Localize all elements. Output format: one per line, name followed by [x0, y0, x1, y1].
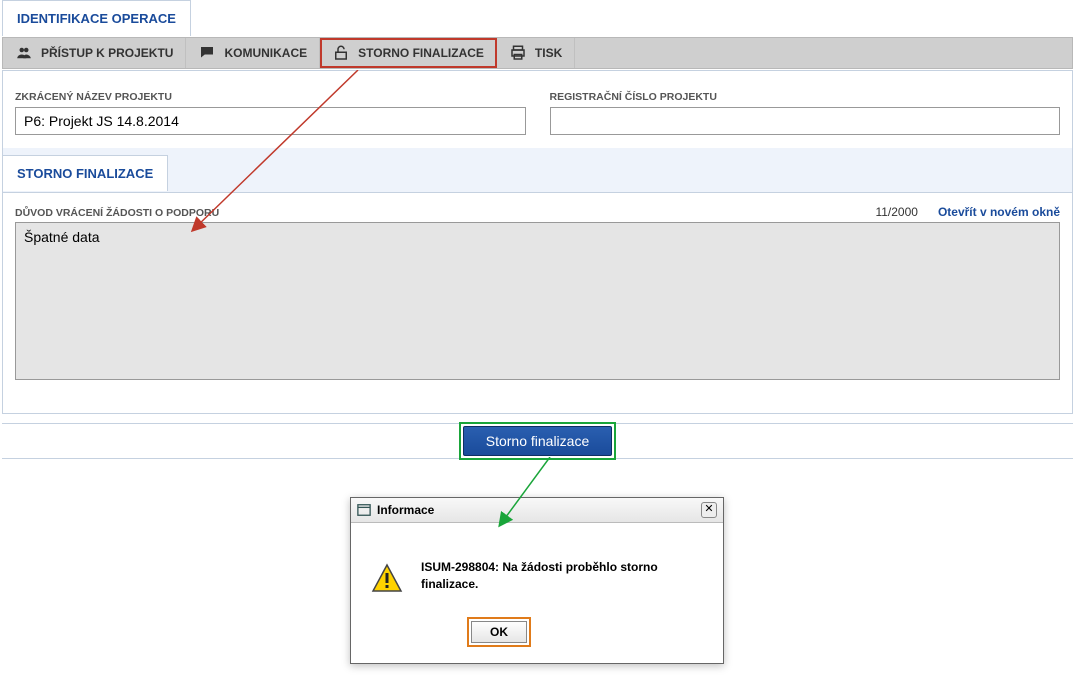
tab-label: IDENTIFIKACE OPERACE	[17, 11, 176, 26]
button-label: OK	[490, 625, 508, 639]
highlight-box: Storno finalizace	[459, 422, 617, 460]
toolbar-item-tisk[interactable]: TISK	[497, 38, 575, 68]
toolbar-label: STORNO FINALIZACE	[358, 46, 484, 60]
storno-panel: DŮVOD VRÁCENÍ ŽÁDOSTI O PODPORU 11/2000 …	[2, 192, 1073, 414]
people-icon	[15, 44, 33, 62]
submit-row: Storno finalizace	[2, 423, 1073, 459]
tab-identifikace-operace[interactable]: IDENTIFIKACE OPERACE	[2, 0, 191, 36]
dialog-close-button[interactable]: ✕	[701, 502, 717, 518]
toolbar-item-komunikace[interactable]: KOMUNIKACE	[186, 38, 320, 68]
toolbar: PŘÍSTUP K PROJEKTU KOMUNIKACE STORNO FIN…	[2, 37, 1073, 69]
char-counter: 11/2000	[875, 205, 918, 219]
reason-label: DŮVOD VRÁCENÍ ŽÁDOSTI O PODPORU	[15, 207, 875, 219]
toolbar-label: KOMUNIKACE	[224, 46, 307, 60]
chat-icon	[198, 44, 216, 62]
dialog-message: ISUM-298804: Na žádosti proběhlo storno …	[421, 559, 703, 593]
dialog-titlebar: Informace ✕	[351, 498, 723, 523]
content-panel: ZKRÁCENÝ NÁZEV PROJEKTU REGISTRAČNÍ ČÍSL…	[2, 70, 1073, 154]
button-label: Storno finalizace	[486, 433, 590, 449]
reg-num-input[interactable]	[550, 107, 1061, 135]
open-new-window-link[interactable]: Otevřít v novém okně	[938, 205, 1060, 219]
short-name-label: ZKRÁCENÝ NÁZEV PROJEKTU	[15, 91, 526, 103]
reason-textarea[interactable]	[15, 222, 1060, 380]
print-icon	[509, 44, 527, 62]
toolbar-item-storno-finalizace[interactable]: STORNO FINALIZACE	[320, 38, 497, 68]
short-name-input[interactable]	[15, 107, 526, 135]
window-icon	[357, 503, 371, 517]
dialog-title: Informace	[377, 503, 695, 517]
warning-icon	[371, 563, 403, 595]
tab-label: STORNO FINALIZACE	[17, 166, 153, 181]
unlock-icon	[332, 44, 350, 62]
highlight-box: OK	[471, 621, 527, 643]
toolbar-item-pristup[interactable]: PŘÍSTUP K PROJEKTU	[3, 38, 186, 68]
info-dialog: Informace ✕ ISUM-298804: Na žádosti prob…	[350, 497, 724, 664]
tab-storno-finalizace[interactable]: STORNO FINALIZACE	[2, 155, 168, 191]
toolbar-label: TISK	[535, 46, 562, 60]
storno-finalizace-button[interactable]: Storno finalizace	[463, 426, 613, 456]
ok-button[interactable]: OK	[471, 621, 527, 643]
toolbar-label: PŘÍSTUP K PROJEKTU	[41, 46, 173, 60]
reg-num-label: REGISTRAČNÍ ČÍSLO PROJEKTU	[550, 91, 1061, 103]
